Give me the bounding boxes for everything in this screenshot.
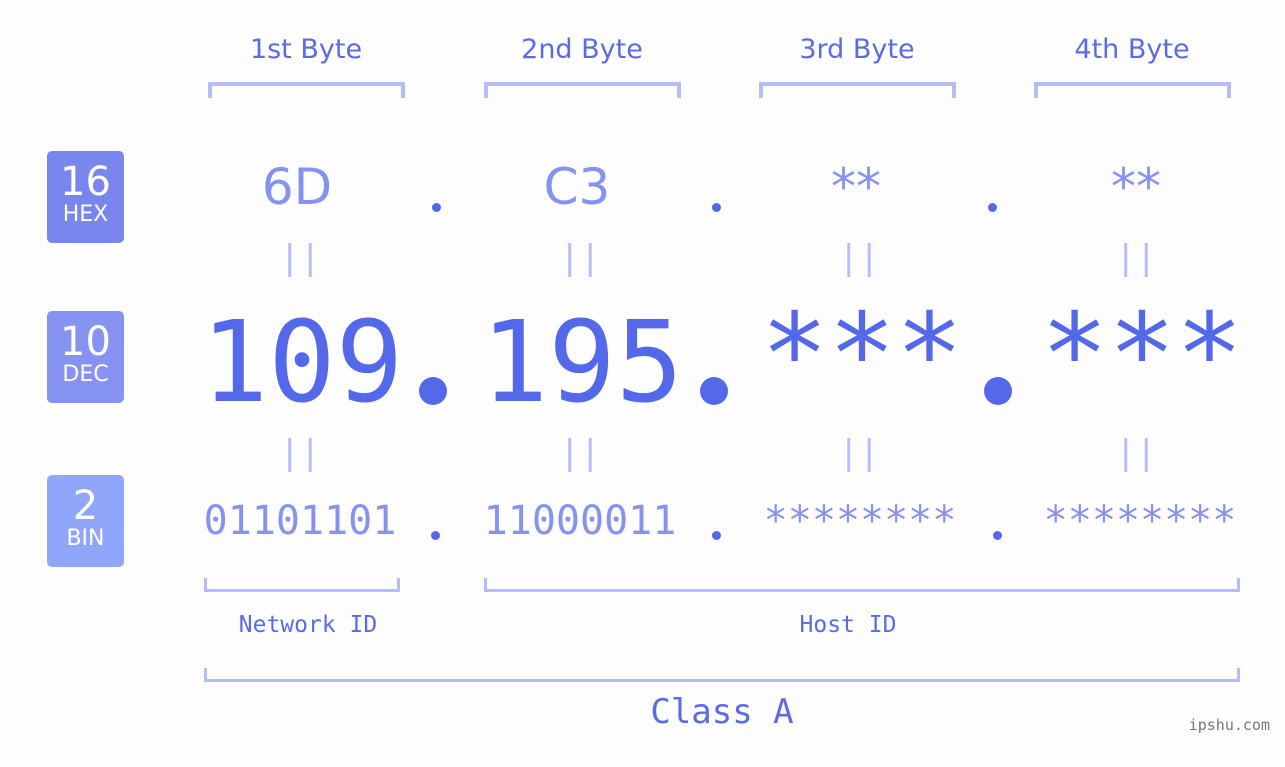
dec-value-2: 195 [480,298,684,428]
host-id-bracket [484,578,1240,592]
equals-sign: || [279,238,321,278]
dec-value-4: *** [1040,290,1244,420]
equals-sign: || [279,433,321,473]
equals-sign: || [1115,433,1157,473]
hex-value-2: C3 [543,158,611,216]
dec-badge-number: 10 [60,319,111,365]
dec-badge-label: DEC [62,362,109,387]
equals-sign: || [838,238,880,278]
host-id-label: Host ID [799,612,897,638]
bin-dot-1 [431,531,440,540]
hex-badge-label: HEX [62,202,109,227]
bin-value-2: 11000011 [483,498,677,544]
bin-badge-label: BIN [66,526,105,551]
byte-bracket-3 [759,82,956,98]
hex-dot-2 [712,203,721,212]
byte-label-4: 4th Byte [1074,34,1190,65]
hex-dot-3 [988,203,997,212]
watermark: ipshu.com [1188,716,1270,734]
byte-bracket-4 [1034,82,1231,98]
class-label: Class A [650,692,794,732]
byte-label-3: 3rd Byte [799,34,915,65]
network-id-bracket [204,578,400,592]
equals-sign: || [1115,238,1157,278]
dec-dot-1 [419,377,447,405]
bin-badge: 2 BIN [47,475,124,567]
dec-dot-3 [984,377,1012,405]
byte-label-1: 1st Byte [249,34,363,65]
byte-bracket-1 [208,82,405,98]
bin-dot-3 [993,531,1002,540]
byte-bracket-2 [484,82,681,98]
class-bracket [204,668,1240,682]
bin-value-4: ******** [1043,498,1237,544]
dec-value-1: 109 [200,298,404,428]
bin-value-1: 01101101 [203,498,397,544]
hex-value-4: ** [1111,158,1161,216]
hex-value-3: ** [831,158,881,216]
network-id-label: Network ID [238,612,378,638]
hex-dot-1 [432,203,441,212]
dec-value-3: *** [760,290,964,420]
equals-sign: || [559,238,601,278]
dec-dot-2 [700,377,728,405]
bin-dot-2 [712,531,721,540]
bin-value-3: ******** [763,498,957,544]
bin-badge-number: 2 [72,483,99,529]
hex-value-1: 6D [261,158,333,216]
byte-label-2: 2nd Byte [521,34,643,65]
equals-sign: || [838,433,880,473]
equals-sign: || [559,433,601,473]
hex-badge-number: 16 [60,159,111,205]
hex-badge: 16 HEX [47,151,124,243]
dec-badge: 10 DEC [47,311,124,403]
